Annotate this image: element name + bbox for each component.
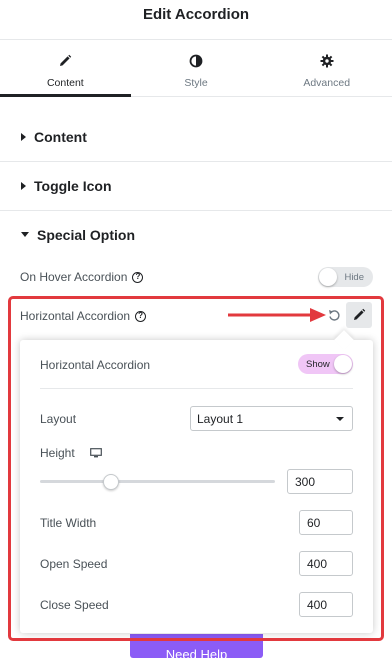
caret-right-icon <box>21 182 26 190</box>
need-help-label: Need Help <box>165 647 228 658</box>
section-label: Toggle Icon <box>34 178 112 194</box>
section-toggle-icon[interactable]: Toggle Icon <box>0 162 392 211</box>
section-label: Special Option <box>37 226 136 243</box>
pencil-icon <box>57 53 73 69</box>
tab-label: Content <box>46 77 84 89</box>
toggle-label: Hide <box>344 271 364 283</box>
tab-advanced[interactable]: Advanced <box>261 40 392 96</box>
tab-label: Style <box>184 77 208 89</box>
section-label: Content <box>34 129 87 145</box>
caret-down-icon <box>21 232 29 237</box>
tab-label: Advanced <box>303 77 351 89</box>
section-special-option[interactable]: Special Option <box>0 210 392 259</box>
toggle-knob <box>319 268 337 286</box>
tab-content[interactable]: Content <box>0 40 131 97</box>
half-circle-icon <box>188 53 204 69</box>
tab-bar: Content Style Advanced <box>0 40 392 97</box>
gear-icon <box>319 53 335 69</box>
annotation-highlight-box <box>8 296 384 641</box>
section-content[interactable]: Content <box>0 113 392 162</box>
panel-title: Edit Accordion <box>142 6 250 23</box>
on-hover-accordion-toggle[interactable]: Hide <box>318 267 373 287</box>
caret-right-icon <box>21 133 26 141</box>
control-label: On Hover Accordion <box>20 270 128 284</box>
tab-style[interactable]: Style <box>131 40 262 96</box>
on-hover-accordion-label: On Hover Accordion ? <box>20 270 144 284</box>
help-icon[interactable]: ? <box>132 271 144 283</box>
panel-header: Edit Accordion <box>0 0 392 40</box>
